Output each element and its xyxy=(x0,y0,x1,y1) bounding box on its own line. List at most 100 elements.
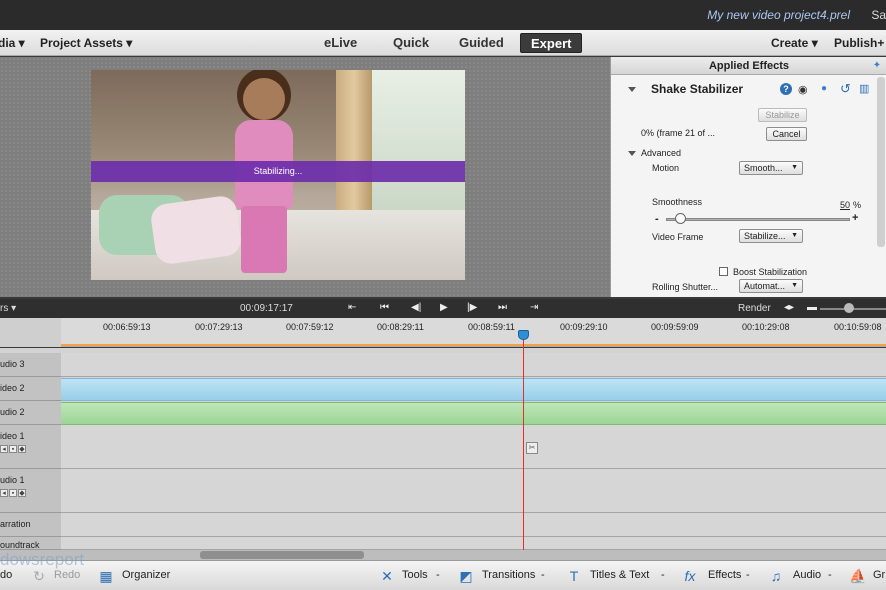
redo-button[interactable]: Redo xyxy=(54,569,80,581)
fit-timeline-icon[interactable]: ◂▸ xyxy=(784,302,794,313)
video-frame-label: Video Frame xyxy=(652,232,704,242)
titles-menu-dash: - xyxy=(661,569,665,581)
timeline-scrollbar-thumb[interactable] xyxy=(200,551,364,559)
publish-menu[interactable]: Publish+ xyxy=(834,36,884,50)
next-edit-icon[interactable]: ⏭ xyxy=(498,302,507,313)
child-head xyxy=(243,78,285,120)
mode-expert[interactable]: Expert xyxy=(520,33,583,53)
track-lane-video-1[interactable] xyxy=(61,425,886,469)
advanced-collapse-icon[interactable] xyxy=(628,151,636,156)
create-menu[interactable]: Create ▾ xyxy=(771,36,818,50)
zoom-slider-thumb[interactable] xyxy=(844,303,854,313)
track-lane-audio-3[interactable] xyxy=(61,353,886,377)
track-controls[interactable]: ◂ ▪ ◆ xyxy=(0,489,27,497)
track-lane-soundtrack[interactable] xyxy=(61,537,886,550)
collapse-icon[interactable]: ◂ xyxy=(0,489,8,497)
rolling-shutter-value: Automat... xyxy=(744,281,786,291)
plus-icon[interactable]: + xyxy=(852,212,858,224)
stabilize-button[interactable]: Stabilize xyxy=(758,108,807,122)
track-controls[interactable]: ◂ ▪ ◆ xyxy=(0,445,27,453)
boost-stabilization-checkbox[interactable] xyxy=(719,267,728,276)
applied-effects-header: Applied Effects xyxy=(611,57,886,75)
undo-button[interactable]: do xyxy=(0,569,12,581)
smoothness-label: Smoothness xyxy=(652,197,703,207)
project-assets-menu[interactable]: Project Assets ▾ xyxy=(40,36,132,50)
video-preview[interactable]: Stabilizing... xyxy=(91,70,465,280)
smoothness-value[interactable]: 50 xyxy=(840,200,850,210)
effects-panel-scrollbar[interactable] xyxy=(877,77,885,247)
collapse-triangle-icon[interactable] xyxy=(628,87,636,92)
audio-icon[interactable]: ♫ xyxy=(767,567,785,585)
playhead-handle[interactable] xyxy=(518,330,529,340)
play-icon[interactable]: ▶ xyxy=(440,302,448,313)
collapse-icon[interactable]: ◂ xyxy=(0,445,8,453)
trash-icon[interactable]: ▥ xyxy=(859,82,869,95)
track-toggle-icon[interactable]: ▪ xyxy=(9,489,17,497)
add-keyframe-icon[interactable]: ◆ xyxy=(18,445,26,453)
cancel-button[interactable]: Cancel xyxy=(766,127,807,141)
track-header-audio-2[interactable]: udio 2 xyxy=(0,401,61,425)
rolling-shutter-dropdown[interactable]: Automat... ▼ xyxy=(739,279,803,293)
audio-button[interactable]: Audio xyxy=(793,569,821,581)
zoom-out-icon[interactable]: ▬ xyxy=(807,302,817,313)
effect-name: Shake Stabilizer xyxy=(651,82,744,96)
track-lane-audio-1[interactable] xyxy=(61,469,886,513)
current-timecode[interactable]: 00:09:17:17 xyxy=(240,303,293,314)
mode-elive[interactable]: eLive xyxy=(314,33,367,53)
organizer-icon[interactable]: ▦ xyxy=(97,567,115,585)
keyframe-icon[interactable]: ● xyxy=(821,83,827,94)
media-menu[interactable]: dia ▾ xyxy=(0,36,25,50)
effects-button[interactable]: Effects xyxy=(708,569,741,581)
tools-button[interactable]: Tools xyxy=(402,569,428,581)
track-view-menu[interactable]: rs ▾ xyxy=(0,303,16,314)
help-icon[interactable]: ? xyxy=(780,83,792,95)
organizer-button[interactable]: Organizer xyxy=(122,569,170,581)
track-header-video-1[interactable]: ideo 1 ◂ ▪ ◆ xyxy=(0,425,61,469)
transitions-icon[interactable]: ◩ xyxy=(457,567,475,585)
smoothness-slider-track[interactable] xyxy=(666,218,850,221)
graphics-button[interactable]: Gr xyxy=(873,569,885,581)
track-lane-narration[interactable] xyxy=(61,513,886,537)
user-label[interactable]: Sa xyxy=(871,8,886,22)
scissors-icon[interactable]: ✂ xyxy=(526,442,538,454)
advanced-label[interactable]: Advanced xyxy=(641,148,681,158)
track-header-audio-1[interactable]: udio 1 ◂ ▪ ◆ xyxy=(0,469,61,513)
track-header-video-2[interactable]: ideo 2 xyxy=(0,377,61,401)
effects-icon[interactable]: fx xyxy=(681,567,699,585)
playhead-line[interactable] xyxy=(523,332,524,550)
previous-edit-icon[interactable]: ⏮ xyxy=(380,302,389,313)
titles-icon[interactable]: T xyxy=(565,567,583,585)
render-button[interactable]: Render xyxy=(738,303,771,314)
minus-icon[interactable]: - xyxy=(655,213,659,225)
mode-guided[interactable]: Guided xyxy=(449,33,514,53)
work-area-bar[interactable] xyxy=(61,344,886,346)
video-2-clip[interactable] xyxy=(61,378,886,401)
menu-bar: dia ▾ Project Assets ▾ eLive Quick Guide… xyxy=(0,30,886,56)
panel-options-icon[interactable]: ✦ xyxy=(871,60,883,72)
track-header-audio-3[interactable]: udio 3 xyxy=(0,353,61,377)
go-to-end-icon[interactable]: ⇥ xyxy=(530,302,538,313)
go-to-start-icon[interactable]: ⇤ xyxy=(348,302,356,313)
reset-icon[interactable]: ↺ xyxy=(840,81,851,97)
preview-window-scene xyxy=(361,70,465,220)
project-title: My new video project4.prel xyxy=(707,8,850,22)
tools-icon[interactable]: ✕ xyxy=(378,567,396,585)
audio-2-clip[interactable] xyxy=(61,402,886,425)
graphics-icon[interactable]: ⛵ xyxy=(849,567,867,585)
video-frame-dropdown[interactable]: Stabilize... ▼ xyxy=(739,229,803,243)
timeline-scrollbar[interactable] xyxy=(0,550,886,560)
step-back-icon[interactable]: ◀| xyxy=(411,302,421,313)
eye-icon[interactable]: ◉ xyxy=(798,83,808,96)
motion-dropdown[interactable]: Smooth... ▼ xyxy=(739,161,803,175)
track-label: arration xyxy=(0,519,31,529)
track-toggle-icon[interactable]: ▪ xyxy=(9,445,17,453)
add-keyframe-icon[interactable]: ◆ xyxy=(18,489,26,497)
step-forward-icon[interactable]: |▶ xyxy=(467,302,477,313)
track-header-narration[interactable]: arration xyxy=(0,513,61,537)
mode-quick[interactable]: Quick xyxy=(383,33,439,53)
titles-button[interactable]: Titles & Text xyxy=(590,569,649,581)
transitions-button[interactable]: Transitions xyxy=(482,569,535,581)
track-header-soundtrack[interactable]: oundtrack xyxy=(0,537,61,550)
ruler-tick: 00:08:59:11 xyxy=(468,322,515,332)
timeline-ruler[interactable]: 00:06:59:13 00:07:29:13 00:07:59:12 00:0… xyxy=(0,318,886,347)
